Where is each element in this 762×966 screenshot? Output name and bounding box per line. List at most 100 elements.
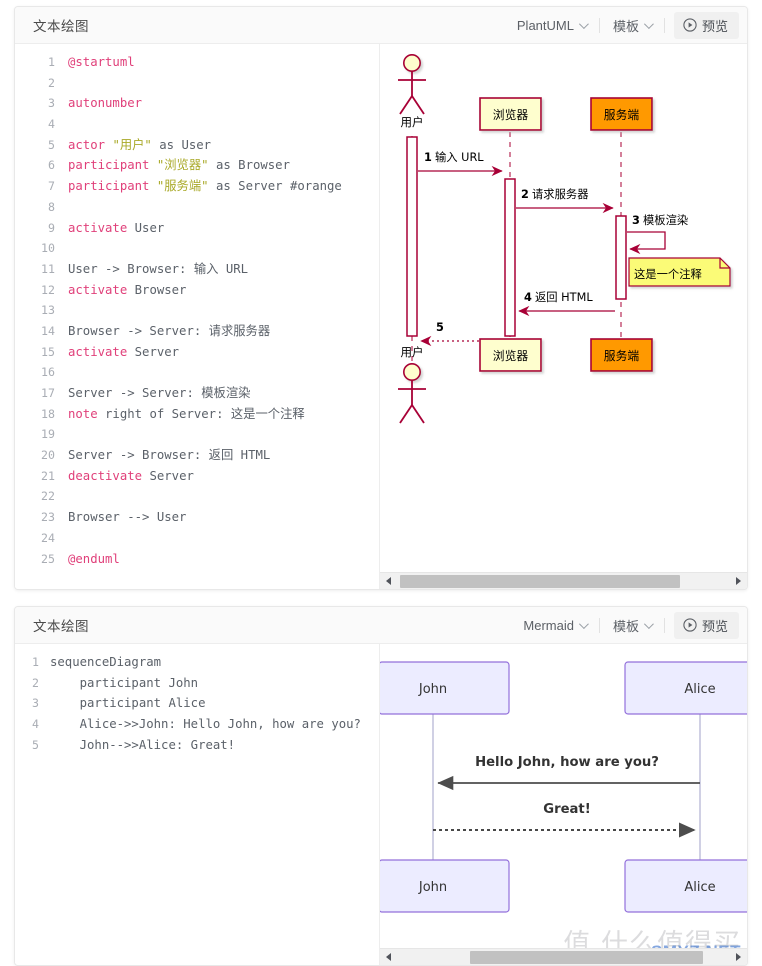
code-token: participant John	[50, 675, 199, 690]
template-selector-label: 模板	[612, 618, 639, 634]
code-line: 10	[15, 238, 379, 259]
diagram-preview-mermaid: John Alice Hello John, how are you? Alic…	[380, 644, 747, 965]
panel-body: 1 @startuml 2 3 autonumber 4 5 actor "用户" as Us…	[15, 44, 747, 589]
participant-browser-top: 浏览器	[479, 97, 542, 131]
code-line: 4	[15, 114, 379, 135]
code-editor-plantuml[interactable]: 1 @startuml 2 3 autonumber 4 5 actor "用户" as Us…	[15, 44, 380, 589]
line-number: 1	[32, 655, 39, 669]
mermaid-message-1-label: Hello John, how are you?	[475, 755, 659, 770]
scrollbar-track[interactable]	[397, 949, 730, 966]
message-3-self: 3 模板渲染	[627, 213, 688, 255]
line-number: 6	[48, 158, 55, 173]
code-editor-mermaid[interactable]: 1 sequenceDiagram 2 participant John 3 part…	[15, 644, 380, 965]
template-selector[interactable]: 模板	[605, 613, 659, 638]
code-token: Server	[142, 468, 194, 483]
code-line: 24	[15, 528, 379, 549]
preview-button[interactable]: 预览	[673, 11, 739, 39]
chevron-down-icon	[643, 618, 654, 629]
code-token: note	[68, 406, 98, 421]
engine-selector-mermaid[interactable]: Mermaid	[515, 615, 594, 636]
mermaid-participant-john-top: John	[380, 661, 510, 715]
template-selector[interactable]: 模板	[605, 13, 659, 38]
page-title: 文本绘图	[33, 619, 89, 634]
scroll-left-arrow-icon[interactable]	[380, 949, 397, 966]
svg-text:模板渲染: 模板渲染	[643, 213, 688, 227]
participant-label-browser-bottom: 浏览器	[493, 349, 529, 363]
line-number: 17	[41, 386, 55, 400]
divider	[663, 17, 665, 33]
code-token: participant Alice	[50, 696, 206, 711]
line-number: 15	[41, 344, 55, 359]
actor-user-bottom	[398, 362, 426, 424]
scrollbar-thumb[interactable]	[470, 950, 704, 964]
engine-selector-plantuml[interactable]: PlantUML	[509, 15, 594, 36]
code-line: 13	[15, 300, 379, 321]
code-token: deactivate	[68, 468, 143, 483]
line-number: 3	[48, 96, 55, 111]
code-token: Alice->>John: Hello John, how are you?	[50, 717, 361, 732]
mermaid-sequence-diagram: John Alice Hello John, how are you? Alic…	[380, 661, 747, 913]
code-content[interactable]: 1 sequenceDiagram 2 participant John 3 part…	[15, 644, 379, 755]
panel-body: 1 sequenceDiagram 2 participant John 3 part…	[15, 644, 747, 965]
code-token: actor	[68, 137, 106, 152]
line-number: 24	[41, 530, 55, 545]
code-token: activate	[68, 220, 128, 235]
code-token: participant	[68, 179, 150, 194]
activation-bar-browser	[504, 178, 516, 337]
preview-button-label: 预览	[701, 618, 728, 634]
line-number: 4	[32, 717, 39, 732]
code-content[interactable]: 1 @startuml 2 3 autonumber 4 5 actor "用户" as Us…	[15, 44, 379, 569]
code-line: 7 participant "服务端" as Server #orange	[15, 176, 379, 197]
svg-text:2: 2	[521, 188, 529, 201]
message-5: 5	[420, 321, 504, 347]
divider	[598, 617, 600, 633]
panel-header: 文本绘图 PlantUML 模板 预览	[15, 7, 747, 44]
scroll-right-arrow-icon[interactable]	[730, 949, 747, 966]
line-number: 25	[41, 551, 55, 566]
diagram-note: 这是一个注释	[628, 257, 731, 287]
svg-text:4: 4	[524, 291, 532, 304]
line-number: 13	[41, 303, 55, 318]
scrollbar-track[interactable]	[397, 573, 730, 590]
header-toolbar: Mermaid 模板 预览	[515, 611, 739, 639]
line-number: 8	[48, 199, 55, 214]
scroll-left-arrow-icon[interactable]	[380, 573, 397, 590]
code-line: 5 actor "用户" as User	[15, 135, 379, 156]
code-line: 3 participant Alice	[15, 693, 379, 714]
code-token: @enduml	[68, 551, 120, 566]
mermaid-message-2-label: Great!	[543, 802, 591, 817]
horizontal-scrollbar-plantuml[interactable]	[380, 572, 747, 589]
mermaid-participant-john-bottom: John	[380, 859, 510, 913]
text-drawing-panel-mermaid: 文本绘图 Mermaid 模板 预览 1 sequenceDiagram 2 p…	[14, 606, 748, 966]
code-line: 14 Browser -> Server: 请求服务器	[15, 321, 379, 342]
code-token: as Browser	[208, 158, 290, 173]
preview-button[interactable]: 预览	[673, 611, 739, 639]
svg-text:1: 1	[424, 151, 432, 164]
code-line: 25 @enduml	[15, 549, 379, 570]
mermaid-participant-alice-top: Alice	[624, 661, 747, 715]
chevron-down-icon	[578, 618, 589, 629]
panel-header: 文本绘图 Mermaid 模板 预览	[15, 607, 747, 644]
engine-selector-label: Mermaid	[523, 617, 574, 633]
message-1: 1 输入 URL	[418, 150, 503, 177]
mermaid-message-1: Hello John, how are you?	[437, 755, 700, 791]
participant-label-browser-top: 浏览器	[493, 108, 529, 122]
line-number: 18	[41, 406, 55, 421]
scroll-right-arrow-icon[interactable]	[730, 573, 747, 590]
code-line: 1 @startuml	[15, 52, 379, 73]
line-number: 11	[41, 261, 55, 276]
code-line: 2 participant John	[15, 673, 379, 694]
participant-label-server-top: 服务端	[604, 108, 640, 122]
scrollbar-thumb[interactable]	[400, 574, 681, 588]
code-token: Browser --> User	[68, 510, 187, 525]
code-token: autonumber	[68, 96, 143, 111]
horizontal-scrollbar-mermaid[interactable]	[380, 948, 747, 965]
code-token: right of Server: 这是一个注释	[97, 406, 305, 421]
code-token: User	[127, 220, 165, 235]
code-token: Browser -> Server: 请求服务器	[68, 323, 271, 338]
code-line: 2	[15, 73, 379, 94]
code-line: 3 autonumber	[15, 93, 379, 114]
play-circle-icon	[683, 18, 697, 32]
page-title: 文本绘图	[33, 19, 89, 34]
code-line: 1 sequenceDiagram	[15, 652, 379, 673]
